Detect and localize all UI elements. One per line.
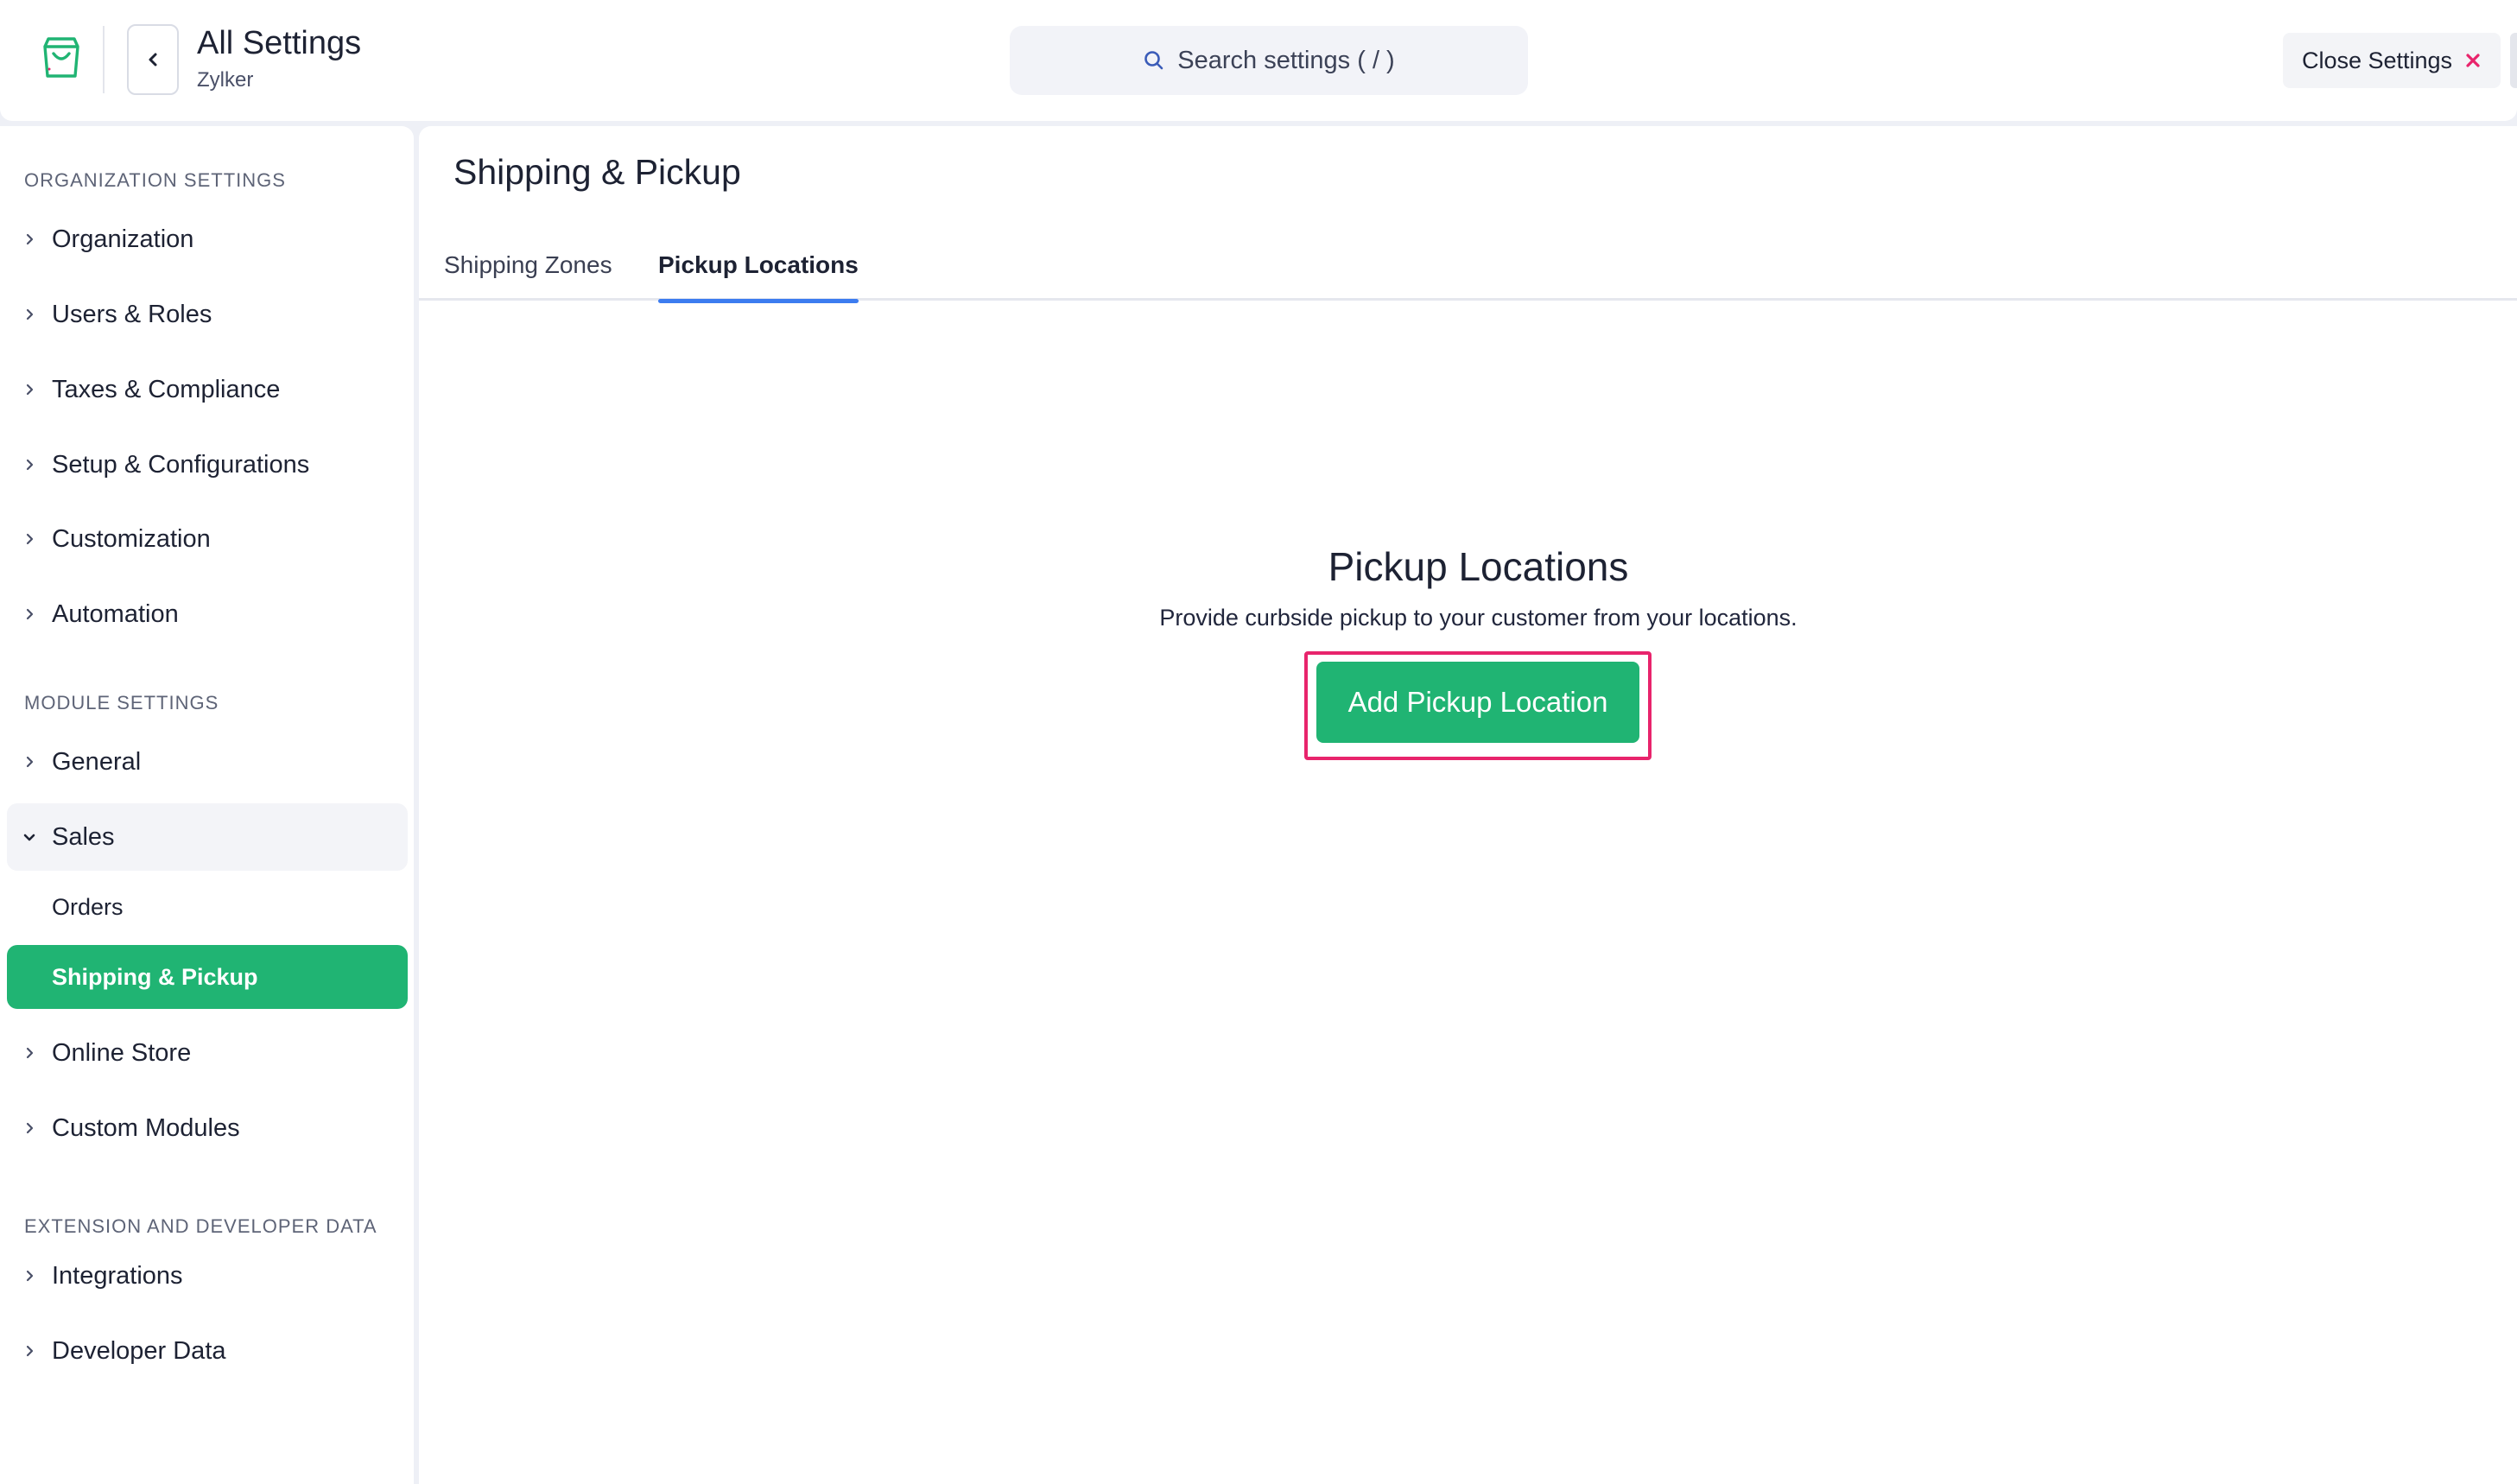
sidebar-item-label: Online Store <box>52 1038 192 1067</box>
sidebar-item-users-roles[interactable]: Users & Roles <box>7 281 408 348</box>
chevron-right-icon <box>7 1344 52 1358</box>
search-placeholder: Search settings ( / ) <box>1177 46 1395 74</box>
sidebar-item-customization[interactable]: Customization <box>7 505 408 573</box>
close-settings-label: Close Settings <box>2301 47 2453 73</box>
sidebar-item-setup-configurations[interactable]: Setup & Configurations <box>7 431 408 498</box>
chevron-right-icon <box>7 607 52 621</box>
chevron-right-icon <box>7 383 52 396</box>
sidebar-item-custom-modules[interactable]: Custom Modules <box>7 1094 408 1162</box>
sidebar-item-sales[interactable]: Sales <box>7 803 408 871</box>
section-heading-module: MODULE SETTINGS <box>24 692 219 713</box>
close-settings-button[interactable]: Close Settings <box>2283 33 2501 88</box>
page-title: Shipping & Pickup <box>453 152 741 192</box>
sidebar-item-automation[interactable]: Automation <box>7 580 408 648</box>
sidebar-item-label: Developer Data <box>52 1336 226 1365</box>
empty-state-title: Pickup Locations <box>1328 544 1629 589</box>
org-name: Zylker <box>197 68 254 92</box>
close-icon <box>2466 54 2480 67</box>
chevron-left-icon <box>149 53 157 67</box>
sidebar-subitem-orders[interactable]: Orders <box>7 875 408 939</box>
settings-sidebar: ORGANIZATION SETTINGS Organization Users… <box>0 126 414 1484</box>
sidebar-subitem-label: Shipping & Pickup <box>52 963 258 990</box>
chevron-right-icon <box>7 458 52 472</box>
chevron-right-icon <box>7 1269 52 1283</box>
shopping-bag-icon <box>35 31 88 85</box>
header-divider <box>103 26 105 93</box>
chevron-right-icon <box>7 1121 52 1135</box>
title-block: All Settings Zylker <box>197 22 361 95</box>
sidebar-item-label: Organization <box>52 225 194 253</box>
main-panel: Shipping & Pickup Shipping Zones Pickup … <box>419 126 2517 1484</box>
sidebar-item-label: Custom Modules <box>52 1113 240 1142</box>
sidebar-subitem-label: Orders <box>52 893 124 920</box>
chevron-right-icon <box>7 232 52 246</box>
tab-pickup-locations[interactable]: Pickup Locations <box>658 230 859 303</box>
back-button[interactable] <box>127 24 179 95</box>
sidebar-item-developer-data[interactable]: Developer Data <box>7 1317 408 1385</box>
sidebar-item-label: Taxes & Compliance <box>52 375 281 403</box>
sidebar-item-general[interactable]: General <box>7 728 408 796</box>
search-input[interactable]: Search settings ( / ) <box>1010 26 1528 95</box>
sidebar-item-label: Sales <box>52 822 115 851</box>
tab-bar: Shipping Zones Pickup Locations <box>419 230 2517 303</box>
add-pickup-location-button[interactable]: Add Pickup Location <box>1316 662 1639 743</box>
sidebar-item-label: Automation <box>52 599 179 628</box>
header-edge <box>2510 33 2517 88</box>
search-icon <box>1144 51 1163 70</box>
sidebar-item-label: General <box>52 747 142 776</box>
empty-state: Pickup Locations Provide curbside pickup… <box>419 541 2517 631</box>
chevron-right-icon <box>7 755 52 769</box>
sidebar-item-organization[interactable]: Organization <box>7 206 408 273</box>
chevron-down-icon <box>7 830 52 844</box>
sidebar-item-online-store[interactable]: Online Store <box>7 1019 408 1087</box>
sidebar-item-label: Users & Roles <box>52 300 212 328</box>
sidebar-item-taxes-compliance[interactable]: Taxes & Compliance <box>7 356 408 423</box>
chevron-right-icon <box>7 308 52 321</box>
tab-shipping-zones[interactable]: Shipping Zones <box>444 230 612 301</box>
app-title: All Settings <box>197 25 362 61</box>
chevron-right-icon <box>7 1046 52 1060</box>
sidebar-item-label: Integrations <box>52 1261 183 1290</box>
sidebar-item-label: Setup & Configurations <box>52 450 310 479</box>
empty-state-description: Provide curbside pickup to your customer… <box>1159 605 1797 631</box>
section-heading-organization: ORGANIZATION SETTINGS <box>24 169 286 191</box>
sidebar-item-label: Customization <box>52 524 211 553</box>
chevron-right-icon <box>7 532 52 546</box>
section-heading-extension: EXTENSION AND DEVELOPER DATA <box>24 1215 377 1237</box>
sidebar-subitem-shipping-pickup[interactable]: Shipping & Pickup <box>7 945 408 1009</box>
sidebar-item-integrations[interactable]: Integrations <box>7 1242 408 1310</box>
top-header: All Settings Zylker Search settings ( / … <box>0 0 2517 121</box>
